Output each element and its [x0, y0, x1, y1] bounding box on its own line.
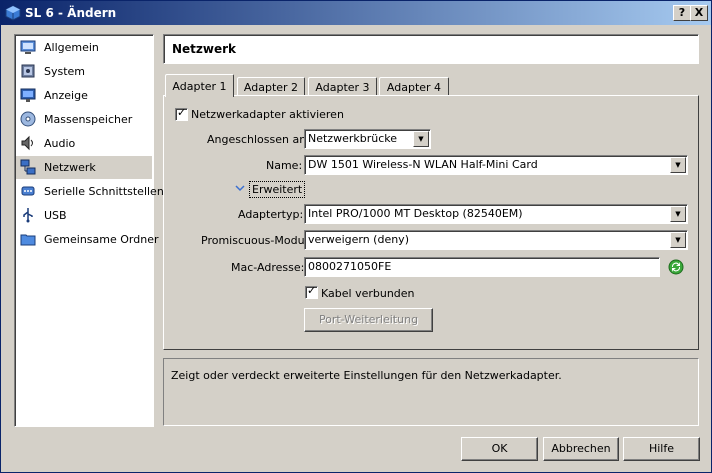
enable-adapter-checkbox[interactable]: ✓	[175, 106, 188, 121]
cancel-button[interactable]: Abbrechen	[543, 437, 619, 461]
close-title-label: X	[694, 6, 704, 19]
adapter-type-select[interactable]: Intel PRO/1000 MT Desktop (82540EM) ▼	[304, 204, 688, 224]
attached-to-label: Angeschlossen an:	[207, 133, 310, 146]
sidebar-item-netzwerk[interactable]: Netzwerk	[16, 156, 152, 179]
attached-to-value: Netzwerkbrücke	[308, 132, 398, 145]
sidebar-item-anzeige[interactable]: Anzeige	[16, 84, 152, 107]
sidebar-item-label: Serielle Schnittstellen	[44, 185, 164, 198]
system-icon	[21, 64, 35, 78]
dropdown-arrow-icon: ▼	[670, 232, 686, 248]
adapter-type-value: Intel PRO/1000 MT Desktop (82540EM)	[308, 207, 523, 220]
ok-button[interactable]: OK	[461, 437, 538, 461]
window-title: SL 6 - Ändern	[25, 6, 117, 20]
tab-label: Adapter 2	[243, 81, 299, 94]
help-title-button[interactable]: ?	[673, 5, 691, 21]
tab-label: Adapter 3	[315, 81, 370, 94]
promiscuous-mode-value: verweigern (deny)	[308, 233, 409, 246]
refresh-mac-icon[interactable]	[668, 259, 684, 275]
sidebar-item-label: Gemeinsame Ordner	[44, 233, 159, 246]
shared-folder-icon	[20, 234, 36, 246]
audio-icon	[21, 135, 33, 151]
adapter-name-value: DW 1501 Wireless-N WLAN Half-Mini Card	[308, 158, 538, 171]
tab-adapter-4[interactable]: Adapter 4	[379, 77, 449, 97]
name-label: Name:	[266, 159, 303, 172]
attached-to-select[interactable]: Netzwerkbrücke ▼	[304, 129, 431, 149]
sidebar-item-label: Netzwerk	[44, 161, 96, 174]
sidebar-item-usb[interactable]: USB	[16, 204, 152, 227]
sidebar-item-label: Massenspeicher	[44, 113, 133, 126]
help-button[interactable]: Hilfe	[623, 437, 700, 461]
sidebar-item-label: Allgemein	[44, 41, 99, 54]
checkmark-icon: ✓	[307, 284, 317, 297]
network-icon	[20, 159, 36, 175]
tab-adapter-3[interactable]: Adapter 3	[308, 77, 377, 97]
cancel-label: Abbrechen	[551, 442, 611, 455]
port-forwarding-button[interactable]: Port-Weiterleitung	[304, 308, 433, 332]
title-bar[interactable]: SL 6 - Ändern ? X	[1, 1, 711, 25]
sidebar-item-system[interactable]: System	[16, 60, 152, 83]
dropdown-arrow-icon: ▼	[670, 206, 686, 222]
general-icon	[20, 40, 36, 54]
mac-address-label: Mac-Adresse:	[231, 261, 305, 274]
dropdown-arrow-icon: ▼	[413, 131, 429, 147]
advanced-label: Erweitert	[249, 181, 306, 198]
port-forwarding-label: Port-Weiterleitung	[318, 313, 419, 326]
tab-adapter-1[interactable]: Adapter 1	[165, 74, 234, 97]
promiscuous-mode-select[interactable]: verweigern (deny) ▼	[304, 230, 688, 250]
ok-label: OK	[491, 442, 508, 455]
mac-address-field[interactable]: 0800271050FE	[304, 257, 660, 277]
sidebar-item-label: USB	[44, 209, 67, 222]
help-label: Hilfe	[648, 442, 675, 455]
adapter-type-label: Adaptertyp:	[238, 208, 304, 221]
sidebar-item-label: System	[44, 65, 86, 78]
description-box: Zeigt oder verdeckt erweiterte Einstellu…	[163, 358, 699, 426]
sidebar-item-serielle-schnittstellen[interactable]: Serielle Schnittstellen	[16, 180, 164, 203]
settings-dialog: SL 6 - Ändern ? X Allgemein System Anzei…	[0, 0, 712, 473]
adapter-name-select[interactable]: DW 1501 Wireless-N WLAN Half-Mini Card ▼	[304, 155, 688, 175]
sidebar-item-allgemein[interactable]: Allgemein	[16, 36, 152, 59]
sidebar-item-label: Audio	[44, 137, 76, 150]
cable-connected-label[interactable]: Kabel verbunden	[321, 287, 415, 300]
sidebar-item-massenspeicher[interactable]: Massenspeicher	[16, 108, 152, 131]
storage-icon	[20, 111, 36, 127]
promiscuous-mode-label: Promiscuous-Modus:	[201, 234, 314, 247]
page-title-box: Netzwerk	[163, 34, 699, 64]
sidebar-item-gemeinsame-ordner[interactable]: Gemeinsame Ordner	[16, 228, 159, 251]
sidebar-item-label: Anzeige	[44, 89, 88, 102]
close-title-button[interactable]: X	[690, 5, 708, 21]
virtualbox-app-icon	[5, 5, 21, 21]
usb-icon	[23, 208, 33, 223]
mac-address-value: 0800271050FE	[308, 260, 392, 273]
sidebar-item-audio[interactable]: Audio	[16, 132, 152, 155]
tab-label: Adapter 1	[172, 80, 227, 93]
help-title-label: ?	[678, 6, 686, 19]
chevron-down-icon	[235, 185, 245, 192]
tab-label: Adapter 4	[386, 81, 442, 94]
enable-adapter-label[interactable]: Netzwerkadapter aktivieren	[191, 108, 344, 121]
page-title: Netzwerk	[172, 42, 237, 56]
description-text: Zeigt oder verdeckt erweiterte Einstellu…	[171, 369, 562, 382]
tab-adapter-2[interactable]: Adapter 2	[237, 77, 305, 97]
checkmark-icon: ✓	[177, 106, 187, 119]
display-icon	[20, 88, 36, 102]
cable-connected-checkbox[interactable]: ✓	[305, 284, 318, 299]
dropdown-arrow-icon: ▼	[670, 157, 686, 173]
settings-category-list[interactable]: Allgemein System Anzeige Massenspeicher …	[14, 34, 164, 427]
serial-port-icon	[21, 186, 35, 196]
